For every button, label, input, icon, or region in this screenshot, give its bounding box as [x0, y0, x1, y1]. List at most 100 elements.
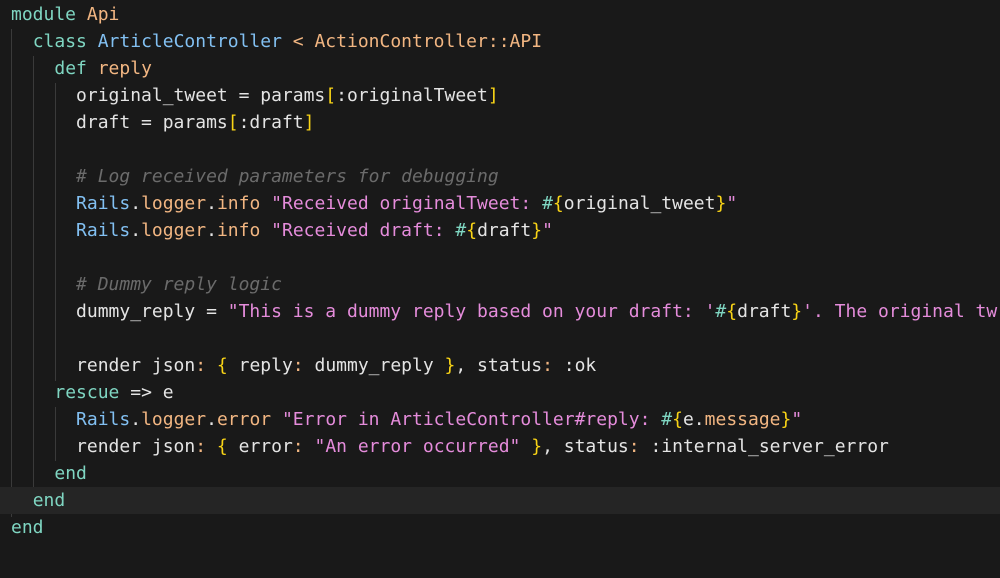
code-line[interactable]: Rails.logger.info "Received originalTwee… — [0, 190, 1000, 217]
code-token: { — [672, 409, 683, 430]
code-editor[interactable]: module Api class ArticleController < Act… — [0, 1, 1000, 578]
code-token: render json — [11, 436, 196, 457]
code-line[interactable]: Rails.logger.error "Error in ArticleCont… — [0, 406, 1000, 433]
code-token: end — [32, 490, 66, 511]
code-token: { — [466, 220, 478, 241]
code-token: < — [281, 31, 315, 52]
code-token: e. — [682, 409, 705, 430]
code-line[interactable]: end — [0, 514, 1000, 541]
code-line[interactable]: rescue => e — [0, 379, 1000, 406]
code-token: dummy_reply — [303, 355, 445, 376]
code-token: : — [292, 436, 304, 457]
code-token: : — [292, 355, 304, 376]
code-line[interactable]: draft = params[:draft] — [0, 109, 1000, 136]
code-token: } — [531, 220, 543, 241]
code-token: # — [715, 301, 727, 322]
code-token: info — [216, 220, 261, 241]
code-token: " — [726, 193, 738, 214]
code-token: : — [195, 355, 207, 376]
code-line[interactable] — [0, 136, 1000, 163]
code-token: :originalTweet — [336, 85, 488, 106]
code-token: { — [216, 355, 228, 376]
code-token: Rails — [76, 193, 131, 214]
code-token: { — [216, 436, 228, 457]
code-token: original_tweet — [563, 193, 716, 214]
code-token: } — [531, 436, 543, 457]
code-token: { — [552, 193, 564, 214]
code-line[interactable]: # Log received parameters for debugging — [0, 163, 1000, 190]
code-line[interactable]: render json: { error: "An error occurred… — [0, 433, 1000, 460]
code-token: rescue — [54, 382, 120, 403]
code-token: # — [455, 220, 467, 241]
code-token: '. The original tw — [802, 301, 998, 322]
code-line[interactable]: end — [0, 487, 1000, 514]
code-token: . — [206, 409, 217, 430]
code-token: . — [130, 193, 142, 214]
code-token: : — [542, 355, 553, 376]
code-token: . — [206, 193, 217, 214]
code-token: class — [32, 31, 87, 52]
code-token: :draft — [238, 112, 304, 133]
code-token: "Received originalTweet: — [271, 193, 543, 214]
code-line[interactable]: render json: { reply: dummy_reply }, sta… — [0, 352, 1000, 379]
code-token: ] — [487, 85, 499, 106]
code-token: . — [130, 220, 142, 241]
code-token: "Error in ArticleController#reply: — [281, 409, 662, 430]
code-token: "This is a dummy reply based on your dra… — [227, 301, 716, 322]
code-line[interactable]: class ArticleController < ActionControll… — [0, 28, 1000, 55]
code-token: : — [628, 436, 640, 457]
code-token: end — [11, 517, 44, 538]
code-token: ArticleController — [97, 31, 282, 52]
code-token: Api — [86, 4, 120, 25]
code-line[interactable]: # Dummy reply logic — [0, 271, 1000, 298]
code-token: dummy_reply = — [11, 301, 228, 322]
code-line[interactable]: module Api — [0, 1, 1000, 28]
code-line[interactable]: original_tweet = params[:originalTweet] — [0, 82, 1000, 109]
code-token: " — [542, 220, 553, 241]
code-token: } — [791, 301, 803, 322]
code-token: end — [54, 463, 87, 484]
code-line[interactable]: Rails.logger.info "Received draft: #{dra… — [0, 217, 1000, 244]
code-token: } — [780, 409, 792, 430]
code-line[interactable]: end — [0, 460, 1000, 487]
code-token: # Dummy reply logic — [11, 274, 282, 295]
code-token: logger — [141, 193, 207, 214]
code-token: original_tweet = params — [11, 85, 326, 106]
code-token: } — [444, 355, 456, 376]
code-token: def — [54, 58, 87, 79]
code-token: ActionController::API — [314, 31, 543, 52]
code-token: : — [195, 436, 207, 457]
code-token: draft = params — [11, 112, 228, 133]
code-token: # — [542, 193, 553, 214]
code-token: # — [661, 409, 673, 430]
code-token: } — [715, 193, 727, 214]
code-token: , status — [542, 436, 629, 457]
code-token: " — [791, 409, 803, 430]
code-token: reply — [227, 355, 293, 376]
code-line[interactable] — [0, 244, 1000, 271]
code-token: Rails — [76, 220, 131, 241]
code-token: Rails — [76, 409, 131, 430]
code-token: info — [216, 193, 261, 214]
code-token: , status — [455, 355, 543, 376]
code-token: [ — [325, 85, 337, 106]
code-token: reply — [97, 58, 152, 79]
code-line[interactable]: dummy_reply = "This is a dummy reply bas… — [0, 298, 1000, 325]
code-token: . — [130, 409, 142, 430]
code-line[interactable] — [0, 325, 1000, 352]
code-token: draft — [737, 301, 792, 322]
code-token: message — [704, 409, 781, 430]
code-line[interactable]: def reply — [0, 55, 1000, 82]
